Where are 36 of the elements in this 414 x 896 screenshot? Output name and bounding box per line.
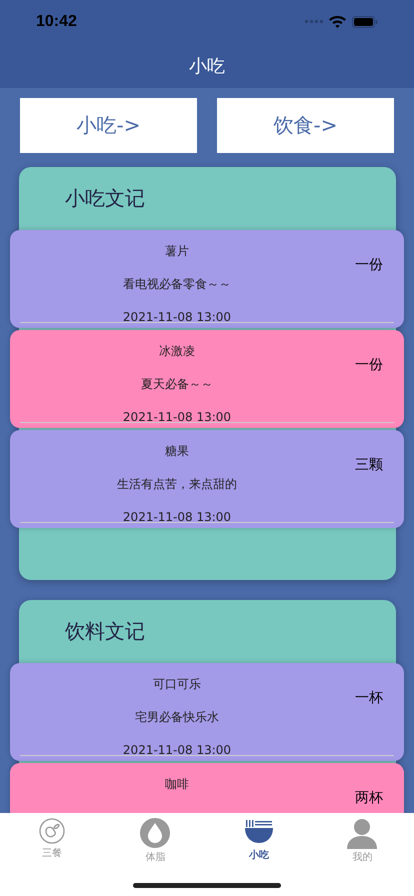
record-quantity: 两杯 (354, 789, 384, 808)
person-icon (346, 817, 378, 849)
wifi-icon (329, 16, 346, 28)
record-name: 糖果 (165, 443, 189, 460)
tab-item[interactable]: 小吃 (207, 817, 310, 865)
record-date: 2021-11-08 13:00 (122, 742, 232, 759)
record-name: 可口可乐 (153, 676, 201, 693)
record-description: 宅男必备快乐水 (135, 709, 219, 726)
record-quantity: 一份 (354, 256, 384, 275)
record-quantity: 一份 (354, 356, 384, 375)
record-card[interactable]: 糖果 生活有点苦，来点甜的 2021-11-08 13:00 三颗 (10, 430, 404, 528)
record-description: 看电视必备零食～～ (123, 276, 231, 293)
record-name: 薯片 (165, 243, 189, 260)
drop-icon (139, 817, 172, 849)
section-title: 饮料文记 (64, 618, 146, 645)
battery-icon (352, 16, 378, 28)
record-date: 2021-11-08 13:00 (122, 409, 232, 426)
record-date: 2021-11-08 13:00 (122, 309, 232, 326)
record-card[interactable]: 薯片 看电视必备零食～～ 2021-11-08 13:00 一份 (10, 230, 404, 328)
status-time: 10:42 (36, 13, 77, 31)
record-description: 生活有点苦，来点甜的 (117, 476, 237, 493)
record-card[interactable]: 可口可乐 宅男必备快乐水 2021-11-08 13:00 一杯 (10, 663, 404, 761)
nav-button[interactable]: 小吃-> (20, 98, 197, 153)
record-quantity: 一杯 (354, 689, 384, 708)
record-card[interactable]: 冰激凌 夏天必备～～ 2021-11-08 13:00 一份 (10, 330, 404, 428)
signal-icon (305, 20, 323, 24)
record-name: 咖啡 (165, 776, 189, 793)
nav-button[interactable]: 饮食-> (217, 98, 394, 153)
section-title: 小吃文记 (64, 185, 146, 212)
record-name: 冰激凌 (159, 343, 195, 360)
record-description: 夏天必备～～ (141, 376, 213, 393)
record-card[interactable]: 咖啡 两杯 (10, 763, 404, 813)
nav-title: 小吃 (189, 55, 225, 78)
record-quantity: 三颗 (354, 456, 384, 475)
record-date: 2021-11-08 13:00 (122, 509, 232, 526)
food-icon (38, 817, 66, 845)
